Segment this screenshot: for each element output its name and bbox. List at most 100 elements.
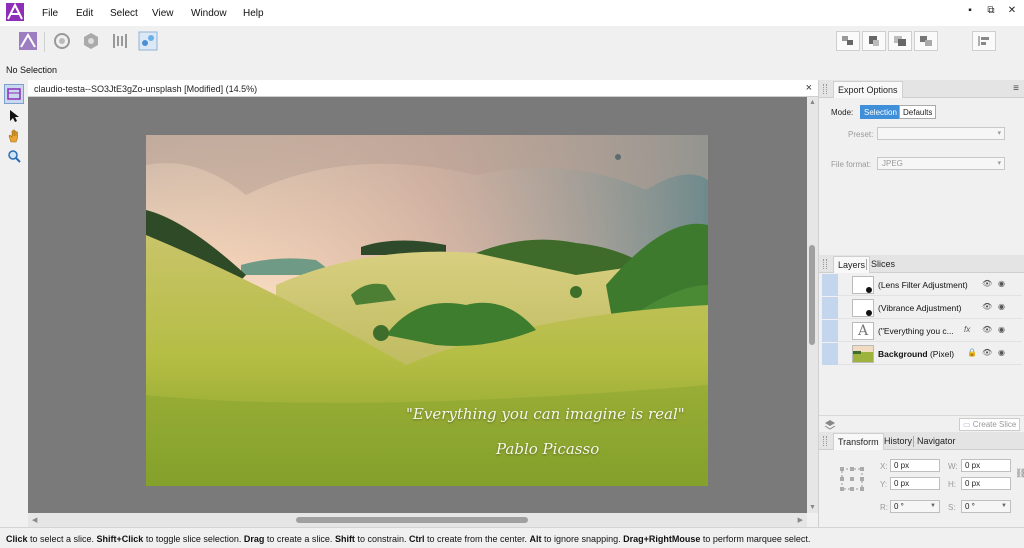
restore-button[interactable]: ⧉ xyxy=(983,5,999,19)
layers-footer: ▭ Create Slice xyxy=(819,415,1024,433)
file-format-label: File format: xyxy=(831,160,872,169)
landscape-photo: "Everything you can imagine is real" Pab… xyxy=(146,135,708,486)
zoom-tool-icon[interactable] xyxy=(4,146,24,166)
shear-field[interactable]: 0 ° ▼ xyxy=(961,500,1011,513)
status-hint: Click to select a slice. Shift+Click to … xyxy=(6,534,810,544)
text-layer-icon: A xyxy=(852,322,874,340)
tab-transform[interactable]: Transform xyxy=(833,433,884,450)
status-text-segment: to create from the center. xyxy=(424,534,530,544)
tools-panel xyxy=(0,80,28,527)
visibility-toggle-icon[interactable]: ◉ xyxy=(998,325,1005,334)
slice-selection-tool-icon[interactable] xyxy=(4,106,24,126)
toolbar xyxy=(0,26,1024,58)
menu-view[interactable]: View xyxy=(152,8,174,19)
quote-author: Pablo Picasso xyxy=(496,440,600,458)
layer-order-icon[interactable] xyxy=(888,31,912,51)
close-window-button[interactable]: ✕ xyxy=(1004,5,1020,19)
mode-selection-button[interactable]: Selection xyxy=(860,105,901,119)
vertical-scrollbar[interactable]: ▲ ▼ xyxy=(807,97,818,513)
status-text-segment: to constrain. xyxy=(354,534,409,544)
width-field[interactable]: 0 px xyxy=(961,459,1011,472)
h-label: H: xyxy=(948,480,956,489)
document-tab[interactable]: claudio-testa--SO3JtE3gZo-unsplash [Modi… xyxy=(28,80,818,97)
export-persona-icon[interactable] xyxy=(136,30,160,52)
file-format-dropdown[interactable]: JPEG ▾ xyxy=(877,157,1005,170)
menu-edit[interactable]: Edit xyxy=(76,8,93,19)
menu-file[interactable]: File xyxy=(42,8,58,19)
group-icon[interactable] xyxy=(914,31,938,51)
canvas-area[interactable]: "Everything you can imagine is real" Pab… xyxy=(28,97,807,513)
link-icon[interactable]: ⛓ xyxy=(1015,468,1024,479)
scroll-right-icon[interactable]: ▶ xyxy=(798,516,803,524)
visibility-toggle-icon[interactable]: ◉ xyxy=(998,348,1005,357)
liquify-persona-icon[interactable] xyxy=(50,30,74,52)
layer-name: Background (Pixel) xyxy=(878,349,955,359)
layer-row[interactable]: A ("Everything you c... fx 👁 ◉ xyxy=(822,320,1022,342)
layer-selection-indicator xyxy=(822,343,838,365)
chevron-down-icon: ▼ xyxy=(1001,503,1007,509)
layer-name: ("Everything you c... xyxy=(878,326,954,336)
photo-persona-icon[interactable] xyxy=(16,30,40,52)
arrange-icon[interactable] xyxy=(836,31,860,51)
menu-window[interactable]: Window xyxy=(191,8,227,19)
tone-mapping-persona-icon[interactable] xyxy=(108,30,132,52)
eye-icon[interactable]: 👁 xyxy=(982,348,992,357)
layer-row[interactable]: (Vibrance Adjustment) 👁 ◉ xyxy=(822,297,1022,319)
eye-icon[interactable]: 👁 xyxy=(982,325,992,334)
panel-menu-icon[interactable]: ≡ xyxy=(1013,83,1019,94)
layer-selection-indicator xyxy=(822,320,838,342)
tab-slices[interactable]: Slices xyxy=(867,256,899,273)
horizontal-scrollbar[interactable]: ◀ ▶ xyxy=(28,513,807,527)
lock-icon[interactable]: 🔒 xyxy=(967,348,977,357)
panel-grip-icon[interactable] xyxy=(823,436,827,446)
close-document-icon[interactable]: × xyxy=(806,82,812,94)
minimize-button[interactable]: ▪ xyxy=(962,5,978,19)
menu-help[interactable]: Help xyxy=(243,8,264,19)
height-field[interactable]: 0 px xyxy=(961,477,1011,490)
scroll-up-icon[interactable]: ▲ xyxy=(809,99,816,106)
layers-header: Layers Slices xyxy=(819,255,1024,273)
hand-tool-icon[interactable] xyxy=(4,126,24,146)
selection-status: No Selection xyxy=(6,65,58,75)
menu-bar: File Edit Select View Window Help ▪ ⧉ ✕ xyxy=(0,0,1024,26)
mode-label: Mode: xyxy=(831,108,854,117)
quote-text: "Everything you can imagine is real" xyxy=(406,405,685,423)
shear-label: S: xyxy=(948,503,956,512)
y-label: Y: xyxy=(880,480,888,489)
tab-export-options[interactable]: Export Options xyxy=(833,81,903,98)
anchor-point-icon[interactable] xyxy=(839,466,865,495)
eye-icon[interactable]: 👁 xyxy=(982,279,992,288)
tab-layers[interactable]: Layers xyxy=(833,256,871,273)
vertical-scroll-thumb[interactable] xyxy=(809,245,815,345)
panel-grip-icon[interactable] xyxy=(823,84,827,94)
layer-row[interactable]: (Lens Filter Adjustment) 👁 ◉ xyxy=(822,274,1022,296)
status-keyword: Drag xyxy=(243,534,265,544)
slice-tool-icon[interactable] xyxy=(4,84,24,104)
horizontal-scroll-thumb[interactable] xyxy=(296,517,528,523)
fx-icon[interactable]: fx xyxy=(964,325,970,334)
rotation-field[interactable]: 0 ° ▼ xyxy=(890,500,940,513)
create-slice-button[interactable]: ▭ Create Slice xyxy=(959,418,1021,431)
insert-icon[interactable] xyxy=(862,31,886,51)
layer-selection-indicator xyxy=(822,274,838,296)
mode-defaults-button[interactable]: Defaults xyxy=(899,105,937,119)
tab-navigator[interactable]: Navigator xyxy=(913,433,960,450)
layers-panel: Layers Slices (Lens Filter Adjustment) 👁… xyxy=(818,255,1024,433)
scroll-down-icon[interactable]: ▼ xyxy=(809,504,816,511)
layer-row[interactable]: Background (Pixel) 🔒 👁 ◉ xyxy=(822,343,1022,365)
toolbar-separator xyxy=(44,32,45,52)
menu-select[interactable]: Select xyxy=(110,8,138,19)
visibility-toggle-icon[interactable]: ◉ xyxy=(998,279,1005,288)
y-field[interactable]: 0 px xyxy=(890,477,940,490)
eye-icon[interactable]: 👁 xyxy=(982,302,992,311)
preset-dropdown[interactable]: ▾ xyxy=(877,127,1005,140)
status-keyword: Shift+Click xyxy=(96,534,144,544)
visibility-toggle-icon[interactable]: ◉ xyxy=(998,302,1005,311)
align-icon[interactable] xyxy=(972,31,996,51)
develop-persona-icon[interactable] xyxy=(79,30,103,52)
status-keyword: Ctrl xyxy=(408,534,425,544)
panel-grip-icon[interactable] xyxy=(823,259,827,269)
tab-history[interactable]: History xyxy=(880,433,916,450)
scroll-left-icon[interactable]: ◀ xyxy=(32,516,37,524)
x-field[interactable]: 0 px xyxy=(890,459,940,472)
